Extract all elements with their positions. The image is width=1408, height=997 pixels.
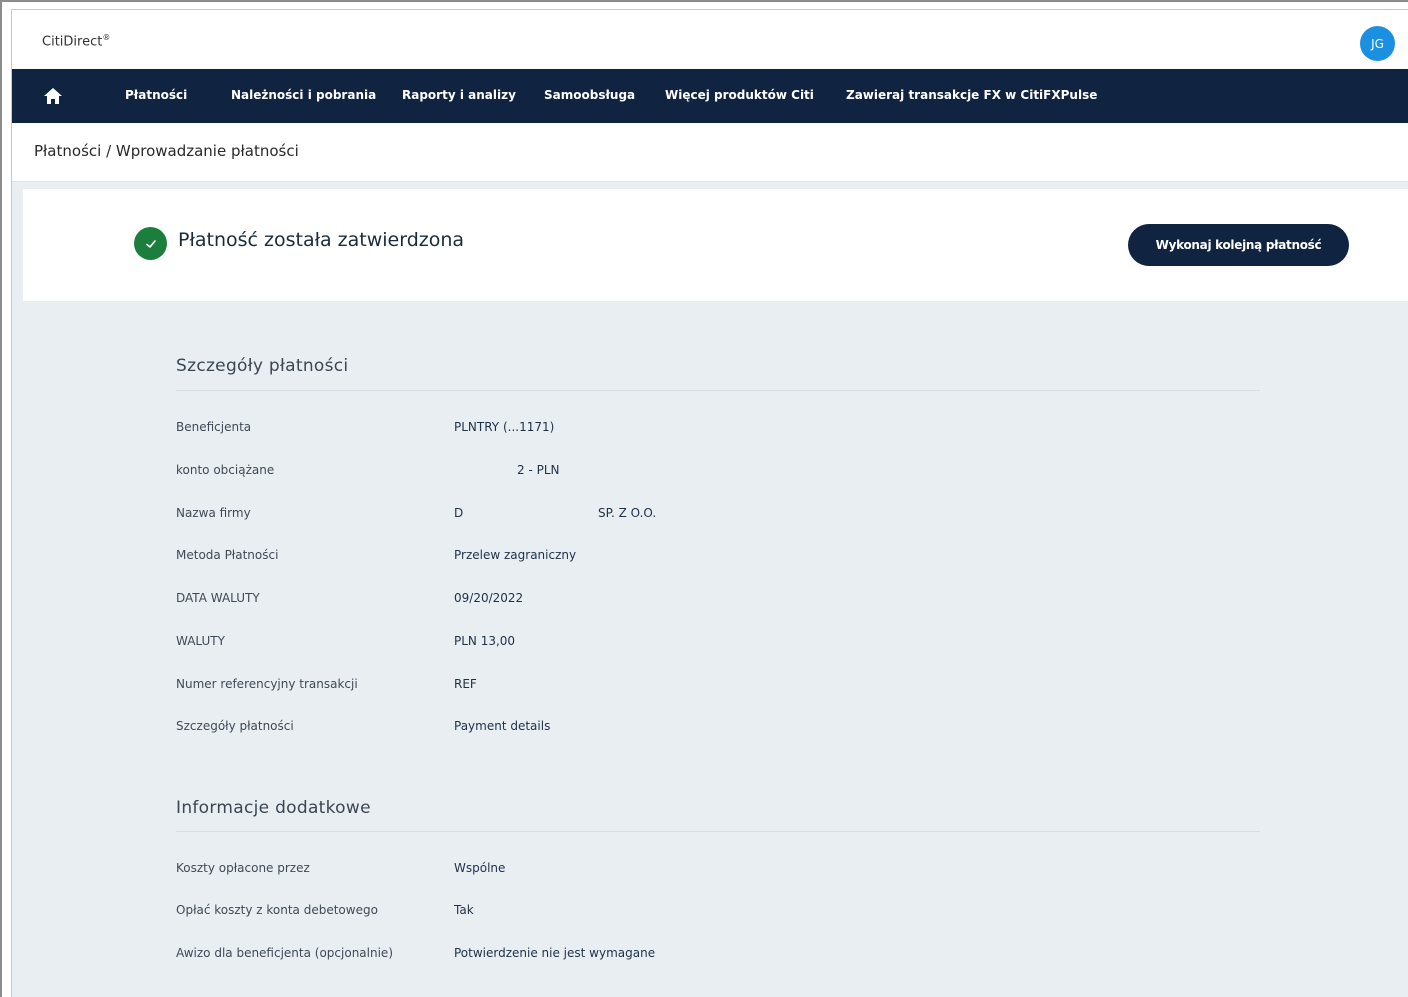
app-shell: CitiDirect® JG Płatności Należności i po… bbox=[11, 9, 1408, 997]
section-divider bbox=[176, 831, 1260, 832]
breadcrumb[interactable]: Płatności / Wprowadzanie płatności bbox=[34, 142, 299, 160]
detail-label-value-date: DATA WALUTY bbox=[176, 591, 260, 605]
detail-label-beneficiary: Beneficjenta bbox=[176, 420, 252, 434]
additional-info-heading: Informacje dodatkowe bbox=[176, 798, 371, 818]
info-value-charges: Wspólne bbox=[454, 861, 506, 875]
info-value-debit-charges: Tak bbox=[454, 903, 474, 917]
home-icon[interactable] bbox=[42, 86, 64, 106]
detail-value-value-date: 09/20/2022 bbox=[454, 591, 524, 605]
confirmation-banner: Płatność została zatwierdzona Wykonaj ko… bbox=[23, 189, 1408, 301]
nav-item-reports[interactable]: Raporty i analizy bbox=[402, 88, 516, 102]
info-label-charges: Koszty opłacone przez bbox=[176, 861, 310, 875]
section-divider bbox=[176, 390, 1260, 391]
nav-item-self-service[interactable]: Samoobsługa bbox=[544, 88, 635, 102]
main-navigation: Płatności Należności i pobrania Raporty … bbox=[12, 69, 1408, 123]
confirmation-title: Płatność została zatwierdzona bbox=[178, 229, 465, 251]
detail-value-company-suffix: SP. Z O.O. bbox=[598, 506, 657, 520]
user-initials: JG bbox=[1371, 36, 1384, 51]
info-label-advice: Awizo dla beneficjenta (opcjonalnie) bbox=[176, 946, 393, 960]
nav-item-fx-pulse[interactable]: Zawieraj transakcje FX w CitiFXPulse bbox=[846, 88, 1097, 102]
brand-registered-mark: ® bbox=[102, 33, 111, 42]
detail-label-debit-account: konto obciążane bbox=[176, 463, 275, 477]
info-value-advice: Potwierdzenie nie jest wymagane bbox=[454, 946, 656, 960]
brand-logo[interactable]: CitiDirect® bbox=[42, 33, 110, 49]
detail-label-reference: Numer referencyjny transakcji bbox=[176, 677, 358, 691]
detail-label-payment-method: Metoda Płatności bbox=[176, 548, 279, 562]
detail-value-currency: PLN 13,00 bbox=[454, 634, 516, 648]
top-bar: CitiDirect® JG bbox=[12, 10, 1408, 69]
detail-value-debit-account: 2 - PLN bbox=[517, 463, 560, 477]
detail-value-company-name: D bbox=[454, 506, 464, 520]
nav-item-payments[interactable]: Płatności bbox=[125, 88, 187, 102]
info-label-debit-charges: Opłać koszty z konta debetowego bbox=[176, 903, 378, 917]
brand-name: CitiDirect bbox=[42, 34, 103, 50]
check-circle-icon bbox=[134, 227, 167, 260]
payment-details-heading: Szczegóły płatności bbox=[176, 356, 349, 376]
new-payment-button[interactable]: Wykonaj kolejną płatność bbox=[1128, 224, 1349, 266]
detail-value-payment-method: Przelew zagraniczny bbox=[454, 548, 577, 562]
detail-value-reference: REF bbox=[454, 677, 477, 691]
detail-label-company-name: Nazwa firmy bbox=[176, 506, 251, 520]
detail-value-beneficiary: PLNTRY (...1171) bbox=[454, 420, 555, 434]
detail-label-payment-details: Szczegóły płatności bbox=[176, 719, 294, 733]
user-avatar[interactable]: JG bbox=[1360, 26, 1395, 61]
nav-item-more-products[interactable]: Więcej produktów Citi bbox=[665, 88, 814, 102]
nav-item-receivables[interactable]: Należności i pobrania bbox=[231, 88, 376, 102]
detail-value-payment-details: Payment details bbox=[454, 719, 551, 733]
breadcrumb-bar: Płatności / Wprowadzanie płatności bbox=[12, 123, 1408, 182]
detail-label-currency: WALUTY bbox=[176, 634, 225, 648]
